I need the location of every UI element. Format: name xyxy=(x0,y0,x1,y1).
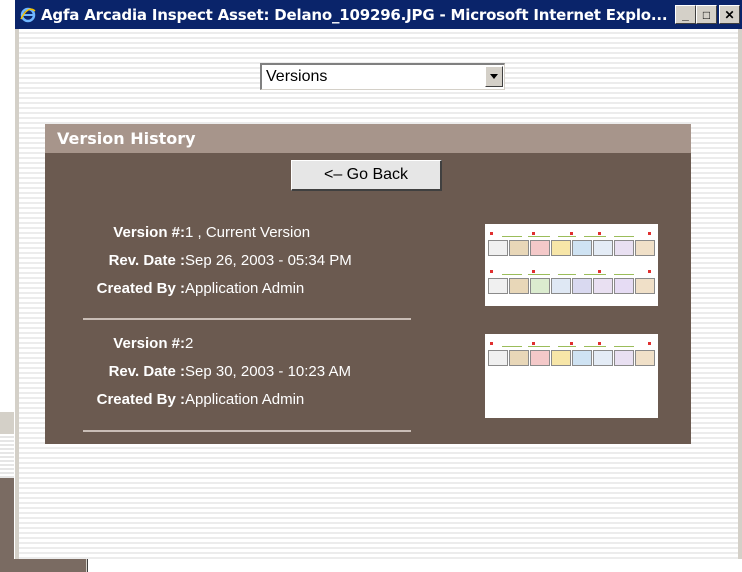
go-back-button[interactable]: <– Go Back xyxy=(291,160,442,191)
window-title: Agfa Arcadia Inspect Asset: Delano_10929… xyxy=(41,5,668,24)
window-titlebar[interactable]: Agfa Arcadia Inspect Asset: Delano_10929… xyxy=(15,0,742,29)
divider xyxy=(83,430,411,432)
version-number-value: 1 , Current Version xyxy=(185,224,311,241)
rev-date-label: Rev. Date : xyxy=(108,363,185,380)
version-number-value: 2 xyxy=(185,335,194,352)
internet-explorer-icon xyxy=(19,6,37,24)
rev-date-value: Sep 30, 2003 - 10:23 AM xyxy=(185,363,351,380)
rev-date-label: Rev. Date : xyxy=(108,252,185,269)
browser-window: Agfa Arcadia Inspect Asset: Delano_10929… xyxy=(14,0,742,559)
page-content: Versions Version History <– Go Back Vers… xyxy=(19,29,738,559)
version-thumbnail[interactable] xyxy=(485,224,658,306)
minimize-button[interactable]: _ xyxy=(675,5,696,24)
thumbnail-toolbar xyxy=(488,340,655,370)
version-thumbnail[interactable] xyxy=(485,334,658,418)
chevron-down-icon[interactable] xyxy=(485,66,503,87)
maximize-button[interactable]: □ xyxy=(696,5,717,24)
rev-date-value: Sep 26, 2003 - 05:34 PM xyxy=(185,252,352,269)
view-select[interactable]: Versions xyxy=(260,63,505,90)
created-by-label: Created By : xyxy=(96,391,185,408)
version-history-panel: Version History <– Go Back Version #: 1 … xyxy=(45,124,691,444)
thumbnail-toolbar xyxy=(488,268,655,298)
created-by-label: Created By : xyxy=(96,280,185,297)
view-select-value: Versions xyxy=(266,68,328,85)
version-number-label: Version #: xyxy=(113,335,185,352)
close-button[interactable]: ✕ xyxy=(719,5,740,24)
thumbnail-toolbar xyxy=(488,230,655,260)
created-by-value: Application Admin xyxy=(185,391,305,408)
panel-heading: Version History xyxy=(45,124,691,153)
created-by-value: Application Admin xyxy=(185,280,305,297)
version-number-label: Version #: xyxy=(113,224,185,241)
divider xyxy=(83,318,411,320)
